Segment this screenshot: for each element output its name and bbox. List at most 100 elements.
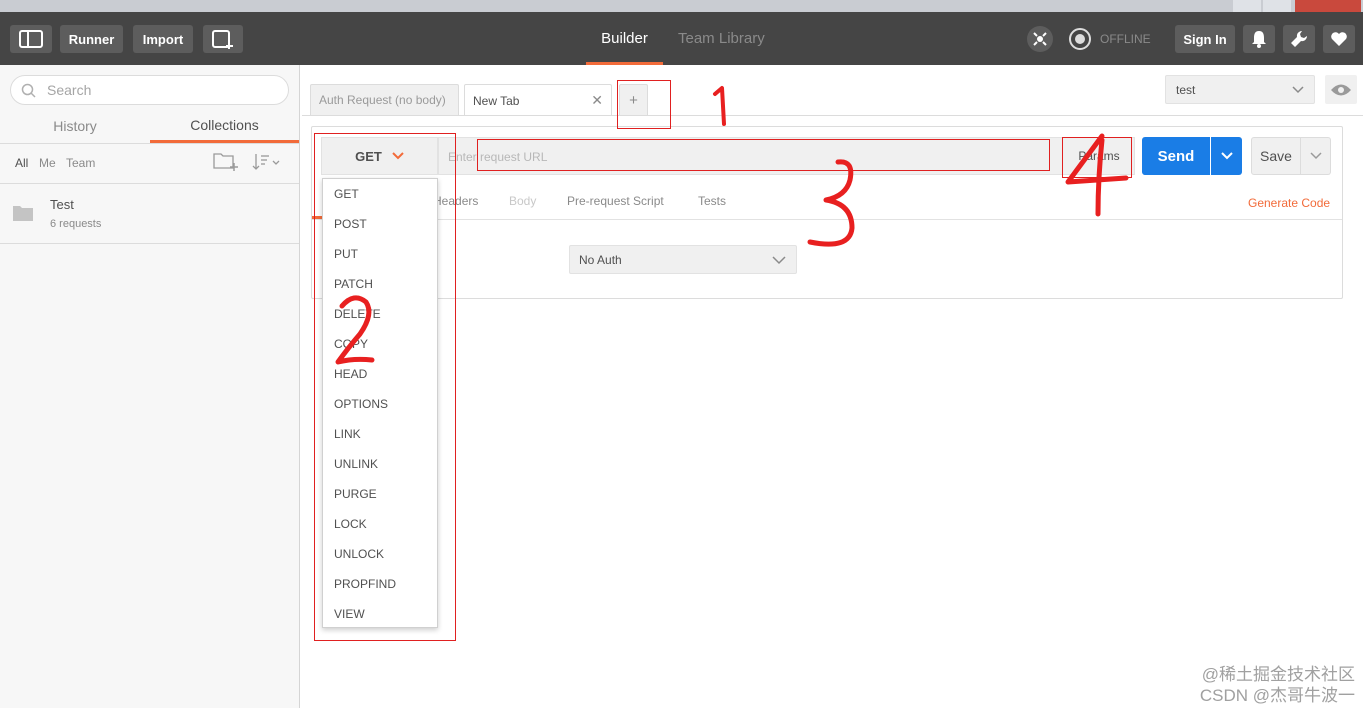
sidebar-tab-divider [0, 143, 299, 144]
method-option-view[interactable]: VIEW [323, 599, 437, 629]
method-value: GET [355, 148, 382, 164]
auth-type-value: No Auth [579, 253, 622, 267]
request-tab-active[interactable]: New Tab ✕ [464, 84, 612, 116]
watermark-line-2: CSDN @杰哥牛波一 [1199, 686, 1355, 705]
new-window-icon [212, 30, 233, 49]
new-collection-button[interactable] [213, 151, 241, 173]
tab-team-library-label: Team Library [678, 30, 765, 47]
sign-in-button[interactable]: Sign In [1175, 25, 1235, 53]
sync-icon [1069, 28, 1091, 50]
url-input[interactable]: Enter request URL [438, 137, 1135, 175]
close-tab-icon[interactable]: ✕ [591, 92, 603, 109]
tab-history-label: History [53, 118, 97, 134]
environment-value: test [1176, 83, 1196, 97]
runner-button[interactable]: Runner [60, 25, 123, 53]
quick-look-button[interactable] [1325, 75, 1357, 104]
save-options-button[interactable] [1301, 137, 1331, 175]
chevron-down-icon [1309, 152, 1322, 160]
method-option-unlink[interactable]: UNLINK [323, 449, 437, 479]
environment-select[interactable]: test [1165, 75, 1315, 104]
folder-icon [13, 206, 33, 221]
save-button[interactable]: Save [1251, 137, 1301, 175]
wrench-icon [1291, 30, 1308, 47]
method-option-get[interactable]: GET [323, 179, 437, 209]
new-tab-label: + [629, 91, 638, 109]
method-option-options[interactable]: OPTIONS [323, 389, 437, 419]
tab-history[interactable]: History [0, 109, 150, 143]
method-option-patch[interactable]: PATCH [323, 269, 437, 299]
request-tab[interactable]: Auth Request (no body) [310, 84, 459, 115]
heart-icon [1331, 32, 1347, 46]
method-option-lock[interactable]: LOCK [323, 509, 437, 539]
save-label: Save [1260, 148, 1292, 164]
send-options-button[interactable] [1211, 137, 1242, 175]
send-label: Send [1157, 147, 1195, 165]
tab-collections[interactable]: Collections [150, 109, 299, 143]
method-option-propfind[interactable]: PROPFIND [323, 569, 437, 599]
search-placeholder: Search [47, 82, 92, 98]
interceptor-button[interactable] [1027, 26, 1053, 52]
collection-item[interactable]: Test 6 requests [0, 184, 299, 244]
method-select[interactable]: GET [321, 137, 438, 175]
request-tab-label: Auth Request (no body) [319, 93, 446, 107]
minimize-window-button[interactable] [1233, 0, 1261, 12]
params-label: Params [1078, 149, 1120, 163]
eye-icon [1331, 84, 1351, 95]
chevron-down-icon [1292, 86, 1304, 94]
sync-status[interactable]: OFFLINE [1068, 26, 1151, 52]
favorite-button[interactable] [1323, 25, 1355, 53]
sort-icon [252, 154, 280, 170]
filter-me[interactable]: Me [39, 156, 56, 170]
close-window-button[interactable] [1295, 0, 1361, 12]
offline-label: OFFLINE [1100, 32, 1151, 46]
generate-code-link[interactable]: Generate Code [1248, 196, 1330, 210]
settings-button[interactable] [1283, 25, 1315, 53]
tab-builder[interactable]: Builder [586, 12, 663, 65]
method-option-purge[interactable]: PURGE [323, 479, 437, 509]
method-option-copy[interactable]: COPY [323, 329, 437, 359]
runner-label: Runner [68, 31, 115, 47]
method-option-unlock[interactable]: UNLOCK [323, 539, 437, 569]
annotation-number-1 [713, 86, 726, 126]
filter-all[interactable]: All [15, 156, 28, 170]
sidebar-toggle-icon [19, 30, 43, 48]
subtab-pre-request-script[interactable]: Pre-request Script [567, 194, 664, 208]
subtab-tests[interactable]: Tests [698, 194, 726, 208]
method-option-delete[interactable]: DELETE [323, 299, 437, 329]
watermark: @稀土掘金技术社区 CSDN @杰哥牛波一 [1150, 664, 1355, 706]
tab-collections-label: Collections [190, 116, 259, 133]
auth-type-select[interactable]: No Auth [569, 245, 797, 274]
add-folder-icon [213, 153, 238, 171]
watermark-line-1: @稀土掘金技术社区 [1201, 665, 1355, 684]
method-option-link[interactable]: LINK [323, 419, 437, 449]
subtab-body[interactable]: Body [509, 194, 536, 208]
tab-strip-line [302, 115, 1363, 116]
import-button[interactable]: Import [133, 25, 193, 53]
sort-button[interactable] [252, 152, 284, 172]
maximize-window-button[interactable] [1263, 0, 1291, 12]
notifications-button[interactable] [1243, 25, 1275, 53]
new-window-button[interactable] [203, 25, 243, 53]
chevron-down-icon [392, 152, 404, 160]
sidebar: Search History Collections All Me Team T… [0, 65, 300, 708]
subtab-headers[interactable]: Headers [433, 194, 478, 208]
chevron-down-icon [1220, 152, 1233, 160]
subtabs-divider [312, 219, 1342, 220]
method-dropdown: GET POST PUT PATCH DELETE COPY HEAD OPTI… [322, 178, 438, 628]
top-toolbar: Runner Import Builder Team Library OFFLI… [0, 12, 1363, 65]
filter-team[interactable]: Team [66, 156, 95, 170]
os-caption-strip [0, 0, 1363, 12]
toggle-sidebar-button[interactable] [10, 25, 52, 53]
tab-builder-underline [586, 62, 663, 65]
params-button[interactable]: Params [1064, 138, 1134, 174]
search-field[interactable]: Search [10, 75, 289, 105]
search-icon [21, 83, 36, 98]
method-option-post[interactable]: POST [323, 209, 437, 239]
request-tab-active-label: New Tab [473, 93, 520, 108]
tab-team-library[interactable]: Team Library [678, 12, 765, 65]
send-button[interactable]: Send [1142, 137, 1210, 175]
new-tab-button[interactable]: + [619, 84, 648, 115]
method-option-put[interactable]: PUT [323, 239, 437, 269]
method-option-head[interactable]: HEAD [323, 359, 437, 389]
url-placeholder: Enter request URL [448, 150, 548, 164]
